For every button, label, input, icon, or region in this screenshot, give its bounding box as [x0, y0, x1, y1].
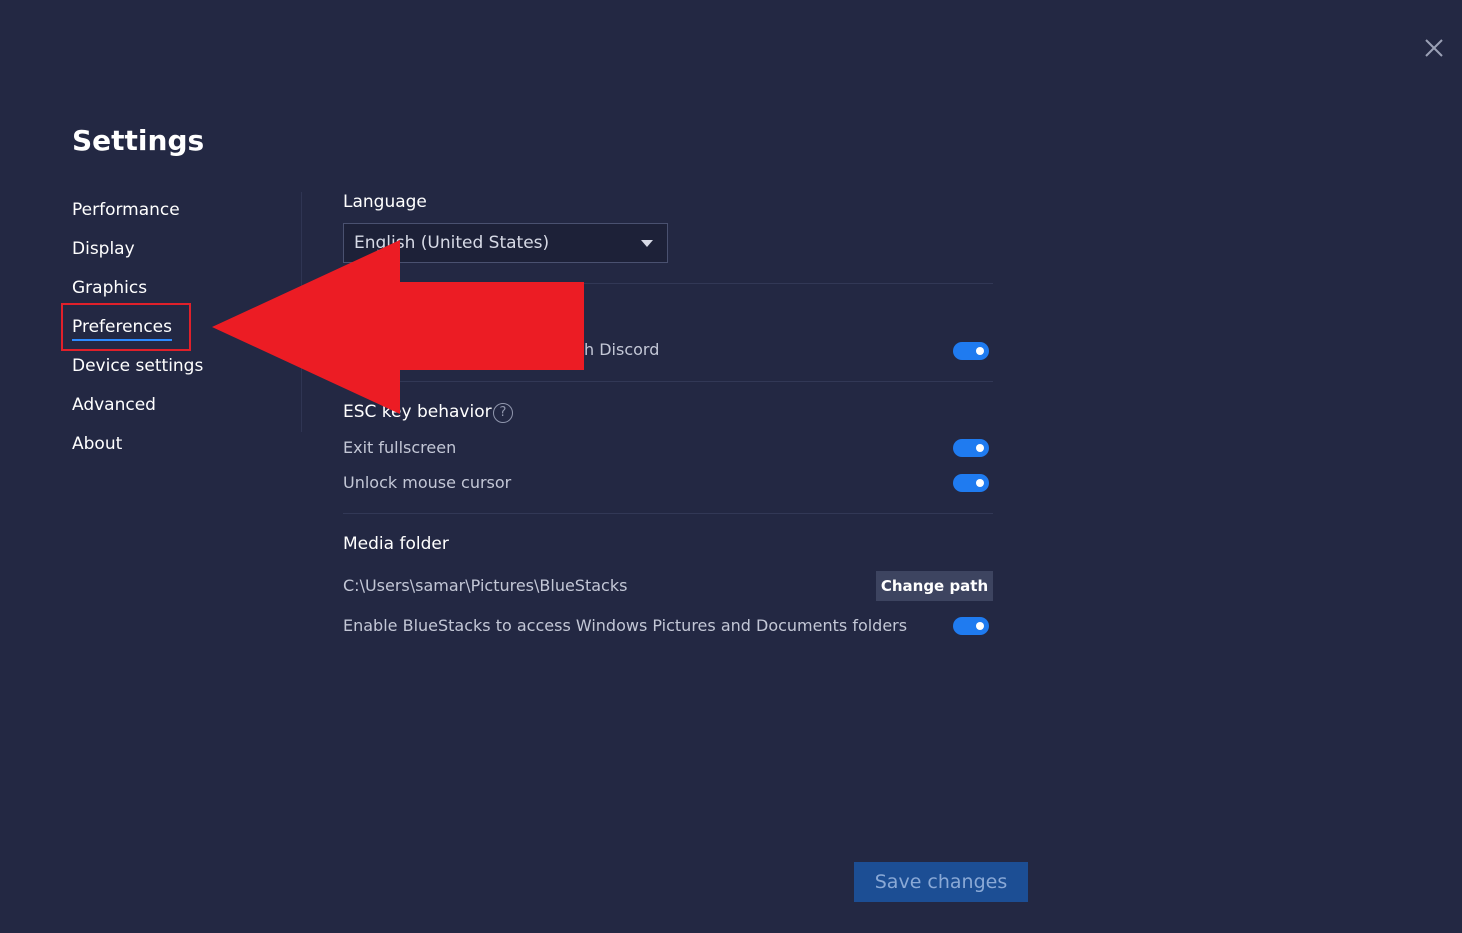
sidebar-item-performance[interactable]: Performance	[72, 196, 292, 235]
sidebar-item-label: Graphics	[72, 278, 148, 298]
folder-access-label: Enable BlueStacks to access Windows Pict…	[343, 616, 908, 635]
save-changes-button[interactable]: Save changes	[854, 862, 1028, 902]
toggle-knob	[976, 347, 984, 355]
language-label: Language	[343, 192, 427, 212]
annotation-highlight-box	[61, 303, 191, 351]
discord-toggle[interactable]	[953, 342, 989, 360]
discord-label: h Discord	[584, 340, 660, 359]
exit-fullscreen-toggle[interactable]	[953, 439, 989, 457]
sidebar-item-label: Device settings	[72, 356, 204, 376]
toggle-knob	[976, 444, 984, 452]
folder-access-toggle[interactable]	[953, 617, 989, 635]
media-folder-label: Media folder	[343, 534, 449, 554]
sidebar-item-about[interactable]: About	[72, 430, 292, 469]
toggle-knob	[976, 622, 984, 630]
section-divider	[343, 513, 993, 514]
exit-fullscreen-label: Exit fullscreen	[343, 438, 457, 457]
close-button[interactable]	[1422, 36, 1446, 60]
sidebar-item-label: About	[72, 434, 123, 454]
close-icon	[1425, 39, 1443, 57]
unlock-mouse-label: Unlock mouse cursor	[343, 473, 512, 492]
sidebar-item-label: Display	[72, 239, 135, 259]
unlock-mouse-toggle[interactable]	[953, 474, 989, 492]
media-folder-path: C:\Users\samar\Pictures\BlueStacks	[343, 576, 628, 595]
annotation-arrow	[212, 240, 584, 414]
sidebar-item-label: Performance	[72, 200, 180, 220]
page-title: Settings	[72, 124, 205, 157]
toggle-knob	[976, 479, 984, 487]
caret-down-icon	[641, 240, 653, 247]
change-path-button[interactable]: Change path	[876, 571, 993, 601]
sidebar-item-label: Advanced	[72, 395, 156, 415]
